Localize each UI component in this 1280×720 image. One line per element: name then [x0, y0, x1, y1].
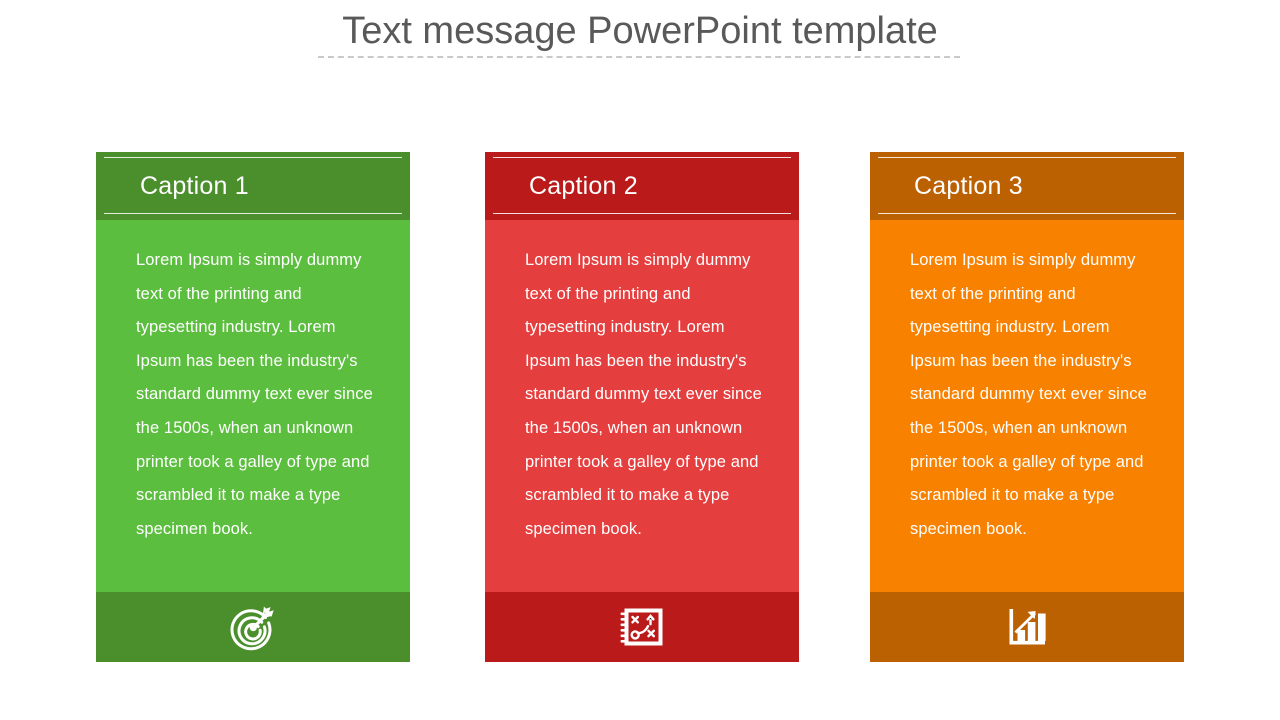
- card-2-footer: [485, 592, 799, 662]
- card-3[interactable]: Caption 3 Lorem Ipsum is simply dummy te…: [870, 152, 1184, 662]
- target-arrow-icon: [227, 601, 279, 653]
- card-2-rule-bottom: [493, 213, 791, 214]
- card-group: Caption 1 Lorem Ipsum is simply dummy te…: [96, 152, 1185, 662]
- title-divider: [318, 56, 960, 58]
- card-2-rule-top: [493, 157, 791, 158]
- card-3-rule-top: [878, 157, 1176, 158]
- card-1-body-text: Lorem Ipsum is simply dummy text of the …: [136, 251, 373, 538]
- strategy-playbook-icon: [617, 602, 667, 652]
- card-1-header: Caption 1: [96, 152, 410, 220]
- card-1-rule-bottom: [104, 213, 402, 214]
- card-3-caption: Caption 3: [914, 172, 1023, 200]
- card-3-rule-bottom: [878, 213, 1176, 214]
- card-1-footer: [96, 592, 410, 662]
- card-3-body: Lorem Ipsum is simply dummy text of the …: [870, 220, 1184, 592]
- card-2-body-text: Lorem Ipsum is simply dummy text of the …: [525, 251, 762, 538]
- card-3-body-text: Lorem Ipsum is simply dummy text of the …: [910, 251, 1147, 538]
- card-1-caption: Caption 1: [140, 172, 249, 200]
- card-3-footer: [870, 592, 1184, 662]
- card-3-header: Caption 3: [870, 152, 1184, 220]
- card-1-body: Lorem Ipsum is simply dummy text of the …: [96, 220, 410, 592]
- card-2-body: Lorem Ipsum is simply dummy text of the …: [485, 220, 799, 592]
- slide-title-block: Text message PowerPoint template: [0, 8, 1280, 54]
- card-1-rule-top: [104, 157, 402, 158]
- growth-bar-chart-icon: [1002, 602, 1052, 652]
- card-2[interactable]: Caption 2 Lorem Ipsum is simply dummy te…: [485, 152, 799, 662]
- card-1[interactable]: Caption 1 Lorem Ipsum is simply dummy te…: [96, 152, 410, 662]
- card-2-header: Caption 2: [485, 152, 799, 220]
- card-2-caption: Caption 2: [529, 172, 638, 200]
- page-title: Text message PowerPoint template: [342, 10, 938, 52]
